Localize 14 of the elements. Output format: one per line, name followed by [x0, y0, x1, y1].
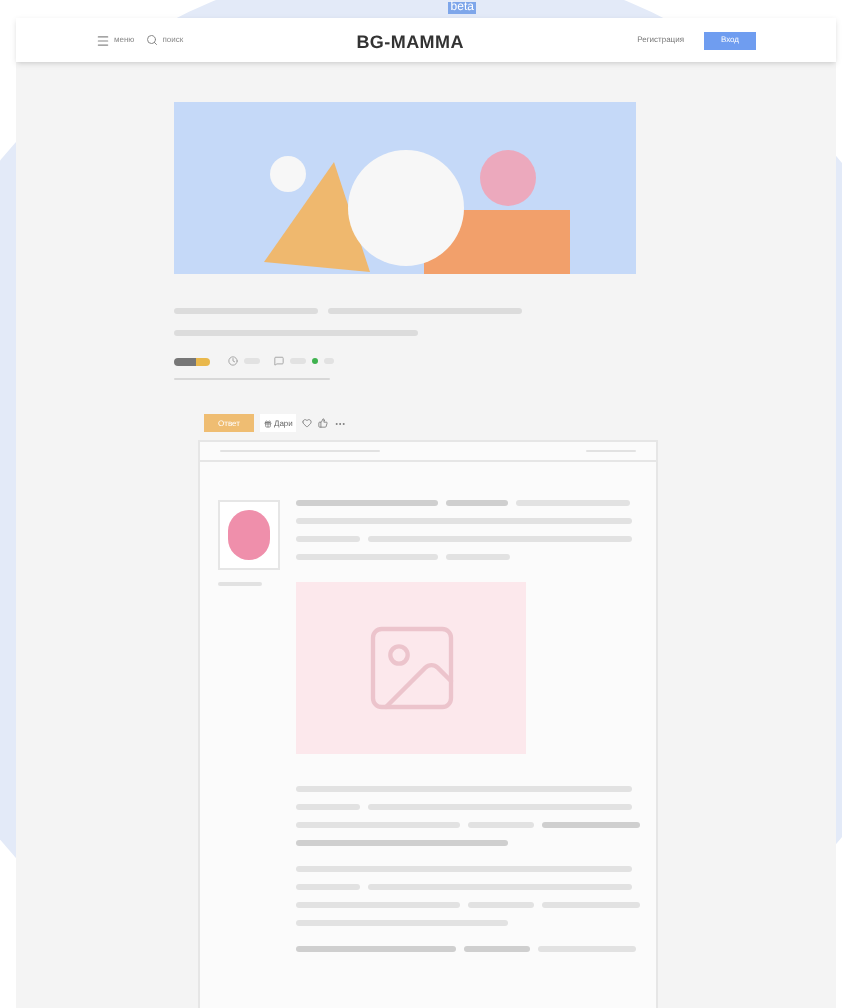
avatar-placeholder	[228, 510, 270, 560]
thumbs-up-icon[interactable]	[318, 418, 329, 428]
skeleton-line	[542, 822, 640, 828]
clock-icon	[228, 356, 238, 366]
search-icon	[146, 34, 159, 46]
skeleton-line	[464, 946, 530, 952]
menu-icon	[96, 33, 110, 47]
comment-icon	[274, 356, 284, 366]
heart-icon[interactable]	[302, 418, 313, 428]
skeleton-line	[446, 500, 508, 506]
gift-icon	[264, 419, 272, 427]
user-badges-icon	[174, 357, 210, 365]
skeleton-line	[296, 500, 438, 506]
logo[interactable]: BG-MAMMA	[356, 32, 464, 52]
